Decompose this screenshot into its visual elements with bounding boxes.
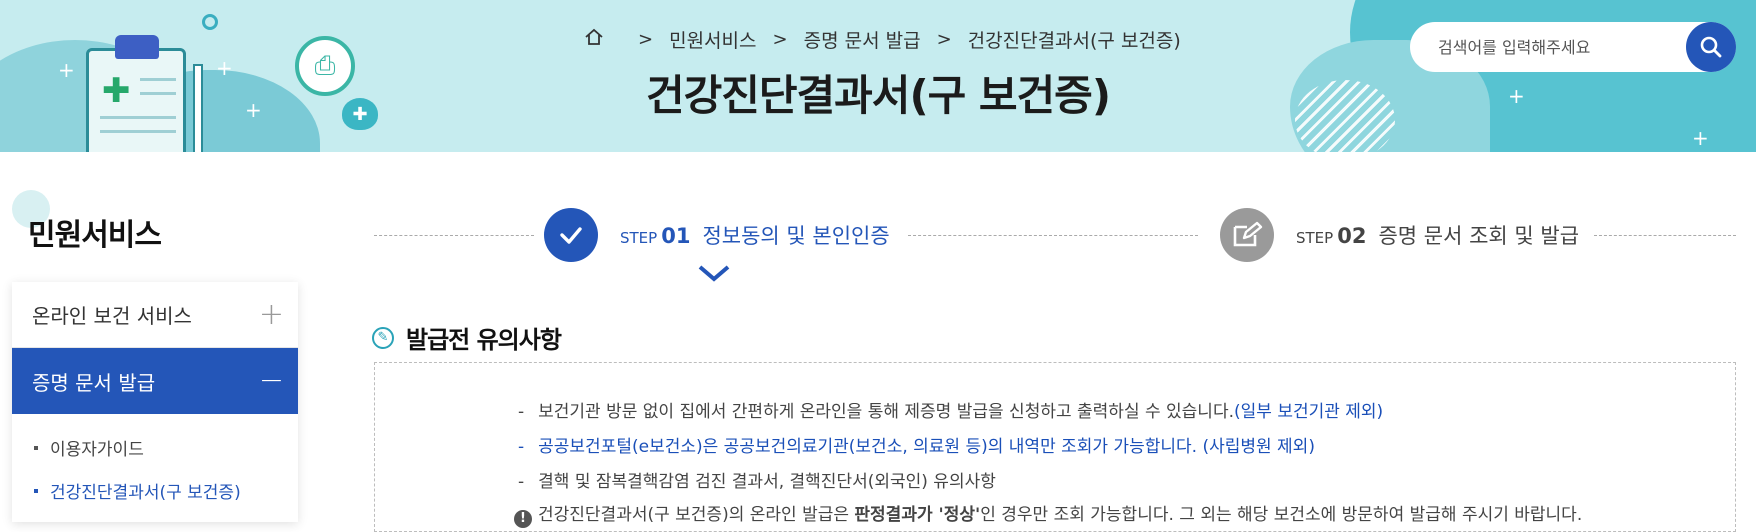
step-2-indicator — [1220, 208, 1274, 262]
clipboard-clip-icon — [115, 35, 159, 59]
dash-bullet: - — [518, 472, 525, 492]
notice-text: 보건기관 방문 없이 집에서 간편하게 온라인을 통해 제증명 발급을 신청하고… — [538, 402, 1234, 422]
sparkle-icon: + — [1692, 126, 1709, 150]
notice-title: 발급전 유의사항 — [406, 326, 562, 354]
notice-line: - 보건기관 방문 없이 집에서 간편하게 온라인을 통해 제증명 발급을 신청하… — [518, 397, 1383, 422]
dash-bullet: - — [518, 402, 525, 422]
step-divider — [908, 235, 1198, 236]
breadcrumb-item-current[interactable]: 건강진단결과서(구 보건증) — [968, 26, 1181, 53]
breadcrumb-item[interactable]: 증명 문서 발급 — [804, 26, 921, 53]
notice-note: (일부 보건기관 제외) — [1234, 402, 1384, 422]
exclamation-icon: ! — [514, 509, 532, 528]
chevron-right-icon: > — [638, 28, 654, 50]
notice-text: 결핵 및 잠복결핵감염 검진 결과서, 결핵진단서(외국인) 유의사항 — [538, 472, 996, 492]
notice-text: 인 경우만 조회 가능합니다. 그 외는 해당 보건소에 방문하여 발급해 주시… — [980, 505, 1583, 525]
breadcrumb-item[interactable]: 민원서비스 — [669, 26, 756, 53]
step-1-indicator — [544, 208, 598, 262]
sidebar-sub-list: 이용자가이드 건강진단결과서(구 보건증) — [12, 414, 298, 512]
sidebar-item-label: 온라인 보건 서비스 — [32, 304, 192, 328]
sidebar-title: 민원서비스 — [28, 218, 162, 253]
search-icon — [1700, 36, 1722, 58]
step-2-label: STEP 02 증명 문서 조회 및 발급 — [1296, 220, 1579, 250]
header-banner: + + + + + ✚ ⎙ ✚ > 민원서비스 > 증명 문서 발급 > 건강진… — [0, 0, 1756, 152]
chevron-right-icon: > — [936, 28, 952, 50]
sidebar-item-online-health[interactable]: 온라인 보건 서비스 + — [12, 282, 298, 348]
sidebar-subitem-health-certificate[interactable]: 건강진단결과서(구 보건증) — [12, 469, 298, 512]
step-1-label: STEP 01 정보동의 및 본인인증 — [620, 220, 890, 250]
sidebar-subitem-label: 이용자가이드 — [50, 440, 144, 460]
minus-icon[interactable]: − — [259, 366, 284, 396]
plus-icon[interactable]: + — [259, 299, 284, 330]
decor-ring — [202, 14, 218, 30]
step-divider — [1594, 235, 1736, 236]
notice-header: ✎ 발급전 유의사항 — [372, 320, 562, 355]
search-button[interactable] — [1686, 22, 1736, 72]
notice-emphasis: 판정결과가 '정상' — [854, 505, 981, 525]
sidebar-subitem-label: 건강진단결과서(구 보건증) — [50, 483, 241, 503]
pen-circle-icon: ✎ — [372, 326, 394, 349]
sidebar-item-certificate[interactable]: 증명 문서 발급 − — [12, 348, 298, 414]
breadcrumb: > 민원서비스 > 증명 문서 발급 > 건강진단결과서(구 보건증) — [584, 24, 1181, 54]
sidebar-nav: 온라인 보건 서비스 + 증명 문서 발급 − 이용자가이드 건강진단결과서(구… — [12, 282, 298, 522]
notice-line: - 공공보건포털(e보건소)은 공공보건의료기관(보건소, 의료원 등)의 내역만… — [518, 432, 1315, 457]
notice-text: 건강진단결과서(구 보건증)의 온라인 발급은 — [538, 505, 855, 525]
edit-icon — [1233, 221, 1263, 247]
notice-line-warning: ! 건강진단결과서(구 보건증)의 온라인 발급은 판정결과가 '정상'인 경우만… — [514, 500, 1582, 528]
notice-text: 공공보건포털(e보건소)은 공공보건의료기관(보건소, 의료원 등)의 내역만 … — [538, 437, 1315, 457]
step-prefix: STEP — [620, 229, 658, 247]
chevron-right-icon: > — [772, 28, 788, 50]
step-number: 01 — [661, 224, 691, 248]
home-icon[interactable] — [584, 27, 604, 52]
search-input[interactable] — [1438, 22, 1668, 72]
sidebar-subitem-user-guide[interactable]: 이용자가이드 — [12, 426, 298, 469]
bullet-icon — [34, 488, 38, 493]
chevron-down-icon — [698, 265, 730, 282]
step-prefix: STEP — [1296, 229, 1334, 247]
notice-line: - 결핵 및 잠복결핵감염 검진 결과서, 결핵진단서(외국인) 유의사항 — [518, 467, 996, 492]
decor-line — [100, 130, 176, 133]
step-number: 02 — [1337, 224, 1367, 248]
dash-bullet: - — [518, 437, 525, 457]
step-title: 증명 문서 조회 및 발급 — [1378, 224, 1580, 248]
sidebar-item-label: 증명 문서 발급 — [32, 370, 156, 395]
check-icon — [560, 227, 582, 244]
step-title: 정보동의 및 본인인증 — [702, 224, 890, 248]
bullet-icon — [34, 445, 38, 450]
step-divider — [374, 235, 534, 236]
